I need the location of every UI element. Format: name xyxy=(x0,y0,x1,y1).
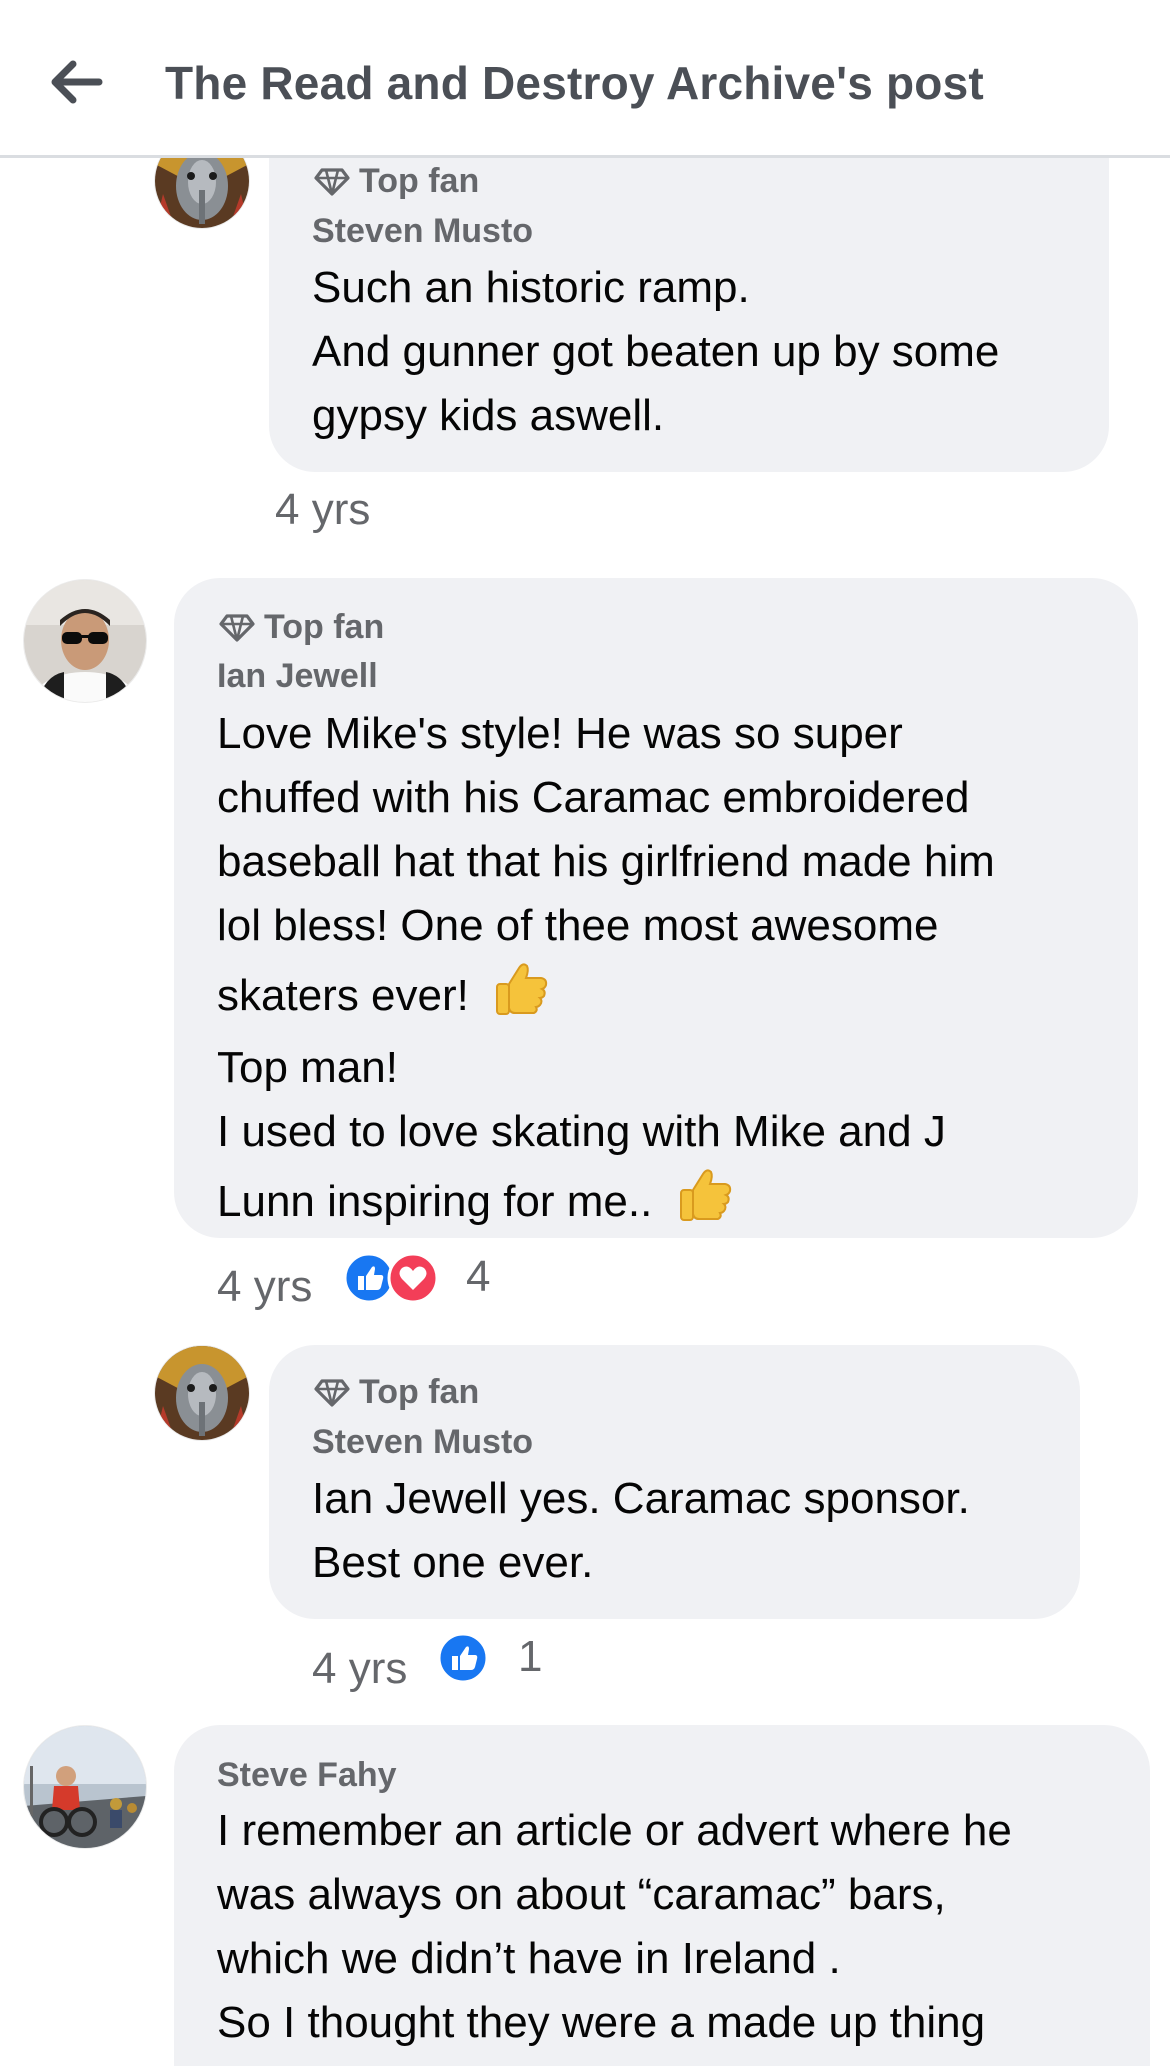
comment-text: Ian Jewell yes. Caramac sponsor. Best on… xyxy=(312,1467,970,1595)
thumbs-up-emoji-icon xyxy=(675,1164,735,1242)
comment-line-with-emoji: skaters ever! xyxy=(217,958,995,1036)
diamond-icon xyxy=(219,613,255,642)
comment-line: Top man! xyxy=(217,1043,398,1092)
page-title: The Read and Destroy Archive's post xyxy=(165,57,984,109)
comment-line: chuffed with his Caramac embroidered xyxy=(217,773,970,822)
comment-line: gypsy kids aswell. xyxy=(312,391,665,440)
comment-author[interactable]: Ian Jewell xyxy=(217,657,378,696)
badge-label: Top fan xyxy=(359,1373,480,1411)
arrow-left-icon xyxy=(51,60,103,104)
post-comments-screen: The Read and Destroy Archive's post Top … xyxy=(0,0,1170,2066)
diamond-icon xyxy=(314,1378,350,1407)
badge-label: Top fan xyxy=(359,162,480,200)
comment-line: Love Mike's style! He was so super xyxy=(217,709,903,758)
comment-author[interactable]: Steven Musto xyxy=(312,212,533,251)
diamond-icon xyxy=(314,167,350,196)
comment-line: baseball hat that his girlfriend made hi… xyxy=(217,837,995,886)
comment-line-with-emoji: Lunn inspiring for me.. xyxy=(217,1164,995,1242)
comment-line: was always on about “caramac” bars, xyxy=(217,1870,946,1919)
comment-line: Best one ever. xyxy=(312,1538,594,1587)
reaction-icons[interactable] xyxy=(437,1632,489,1684)
love-reaction-icon xyxy=(387,1252,439,1304)
comment-author[interactable]: Steven Musto xyxy=(312,1423,533,1462)
reaction-icons[interactable] xyxy=(343,1252,439,1304)
avatar[interactable] xyxy=(24,580,146,702)
comment-line: I remember an article or advert where he xyxy=(217,1806,1012,1855)
thumbs-up-emoji-icon xyxy=(491,958,551,1036)
comment-text: I remember an article or advert where he… xyxy=(217,1799,1012,2055)
comment-line: Such an historic ramp. xyxy=(312,263,750,312)
comment-line: lol bless! One of thee most awesome xyxy=(217,901,939,950)
comment-line: Lunn inspiring for me.. xyxy=(217,1177,653,1226)
comment-text: Love Mike's style! He was so super chuff… xyxy=(217,702,995,1242)
top-fan-badge: Top fan xyxy=(313,1373,479,1412)
reaction-count[interactable]: 4 xyxy=(466,1252,490,1302)
comment-line: So I thought they were a made up thing xyxy=(217,1998,986,2047)
back-button[interactable] xyxy=(40,52,112,112)
reaction-count[interactable]: 1 xyxy=(518,1632,542,1682)
comment-line: skaters ever! xyxy=(217,971,469,1020)
comment-timestamp[interactable]: 4 yrs xyxy=(312,1644,407,1694)
comment-timestamp[interactable]: 4 yrs xyxy=(217,1262,312,1312)
top-fan-badge: Top fan xyxy=(218,608,384,647)
avatar[interactable] xyxy=(24,1726,146,1848)
top-bar: The Read and Destroy Archive's post xyxy=(0,0,1170,158)
comment-author[interactable]: Steve Fahy xyxy=(217,1756,397,1795)
avatar[interactable] xyxy=(155,1346,249,1440)
badge-label: Top fan xyxy=(264,608,385,646)
comment-line: I used to love skating with Mike and J xyxy=(217,1107,946,1156)
like-reaction-icon xyxy=(437,1632,489,1684)
top-fan-badge: Top fan xyxy=(313,162,479,201)
comment-line: And gunner got beaten up by some xyxy=(312,327,1000,376)
comment-text: Such an historic ramp. And gunner got be… xyxy=(312,256,999,448)
comment-line: Ian Jewell yes. Caramac sponsor. xyxy=(312,1474,970,1523)
comment-line: which we didn’t have in Ireland . xyxy=(217,1934,841,1983)
comment-timestamp[interactable]: 4 yrs xyxy=(275,485,370,535)
